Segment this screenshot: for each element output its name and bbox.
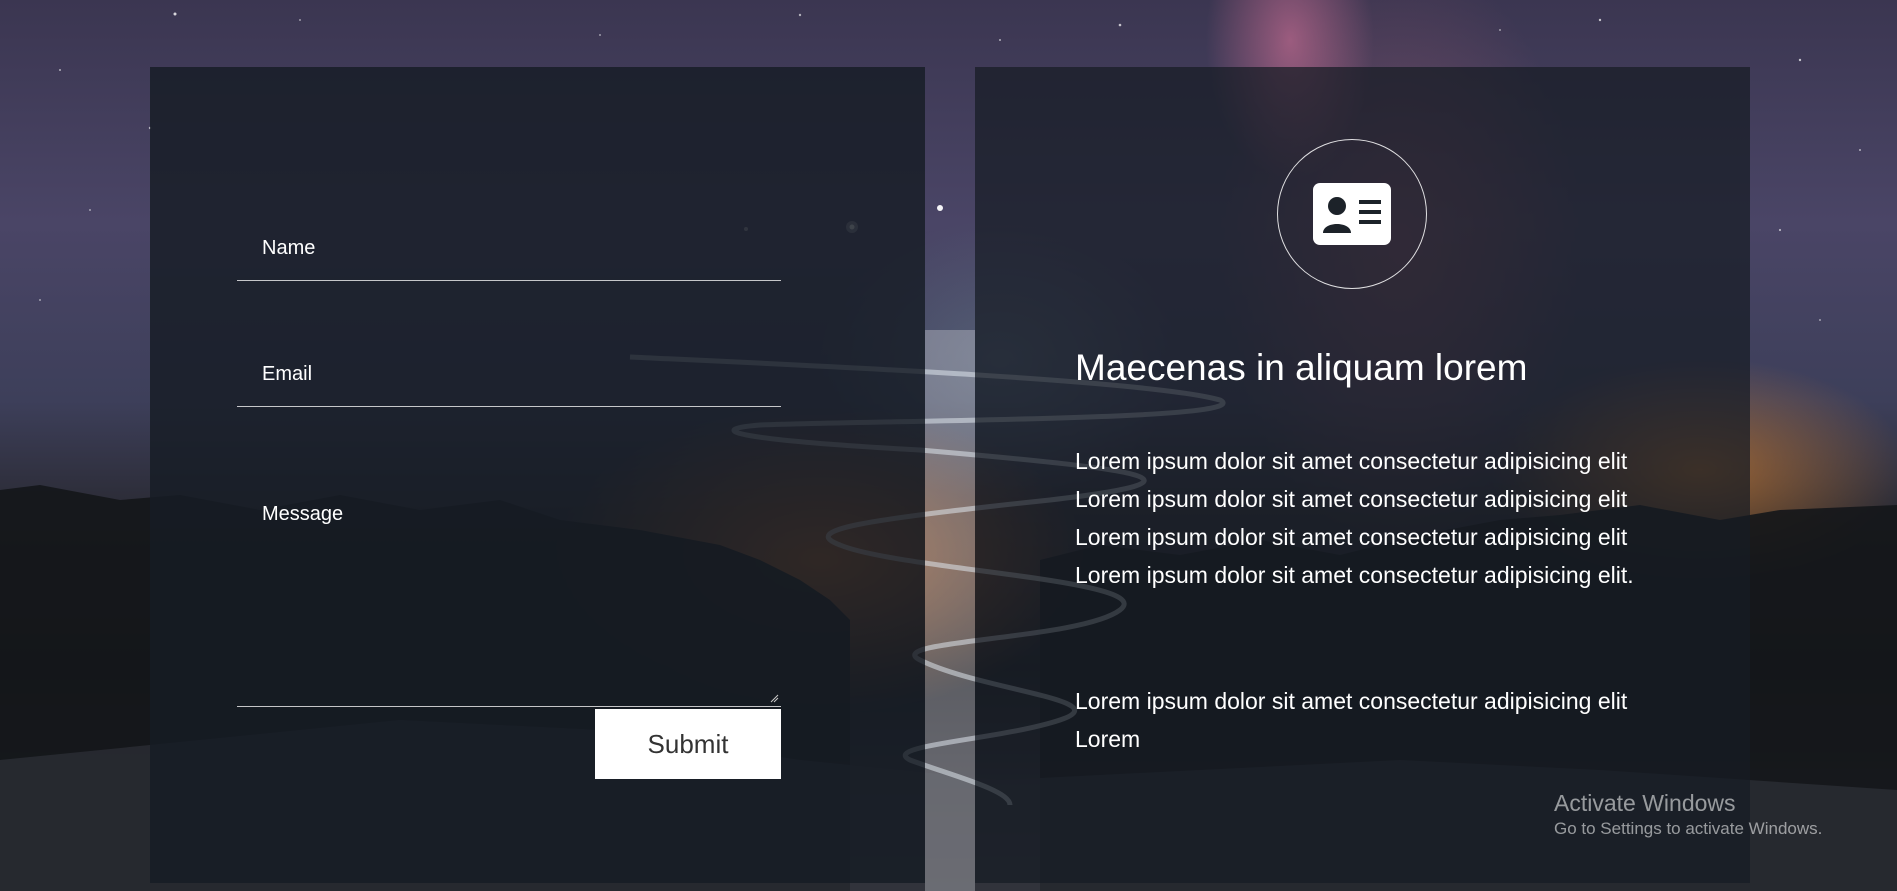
contact-icon-circle (1277, 139, 1427, 289)
activate-windows-watermark: Activate Windows Go to Settings to activ… (1554, 789, 1822, 841)
name-input[interactable] (237, 163, 785, 282)
email-input[interactable] (237, 289, 785, 408)
name-field[interactable]: Name (237, 163, 785, 282)
contact-card-icon (1313, 183, 1391, 245)
watermark-title: Activate Windows (1554, 790, 1736, 816)
info-title: Maecenas in aliquam lorem (1075, 347, 1528, 388)
message-field[interactable]: Message (237, 429, 785, 710)
message-textarea[interactable] (237, 429, 785, 710)
watermark-subtitle: Go to Settings to activate Windows. (1554, 819, 1823, 838)
info-paragraph-2: Lorem ipsum dolor sit amet consectetur a… (1075, 688, 1628, 752)
info-paragraph-1: Lorem ipsum dolor sit amet consectetur a… (1075, 448, 1634, 588)
submit-button[interactable]: Submit (595, 709, 781, 779)
contact-form-panel: Name Email Message Submit (150, 67, 925, 883)
info-panel: Maecenas in aliquam lorem Lorem ipsum do… (975, 67, 1750, 883)
resize-grip-icon[interactable] (769, 693, 779, 703)
email-field[interactable]: Email (237, 289, 785, 408)
